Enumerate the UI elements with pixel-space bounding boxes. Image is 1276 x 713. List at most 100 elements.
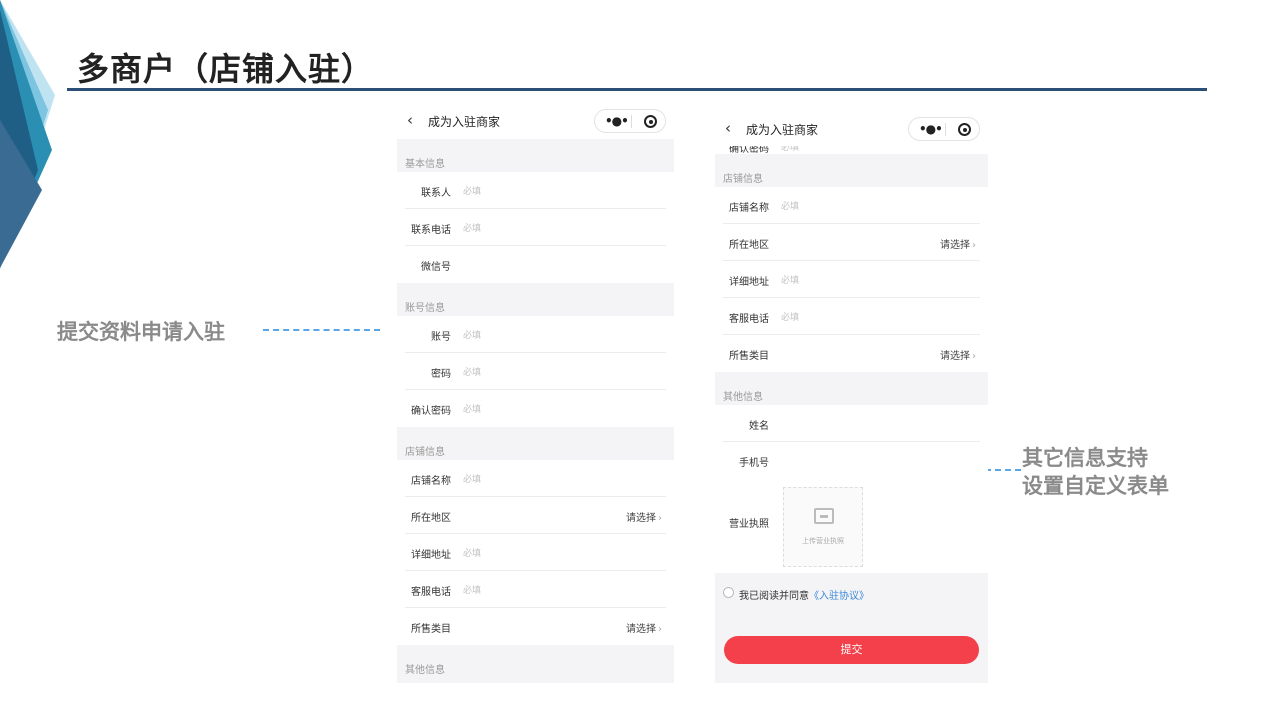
form-row: 客服电话 必填 <box>715 298 988 335</box>
form-body: 基本信息 联系人 必填 联系电话 必填 微信号 账号信息 账号 必填 密码 必填 确认密码 必填 店铺信息… <box>397 139 674 678</box>
select-text: 请选择 <box>940 351 970 362</box>
form-row-cut: 确认密码 必填 <box>715 146 988 154</box>
row-label: 详细地址 <box>411 550 451 561</box>
submit-button[interactable]: 提交 <box>724 636 979 664</box>
nav-title: 成为入驻商家 <box>428 115 501 129</box>
section-head-store: 店铺信息 <box>723 174 763 185</box>
row-input[interactable]: 必填 <box>781 310 799 323</box>
image-upload-icon <box>814 508 834 524</box>
form-row: 所在地区 请选择 › <box>715 224 988 261</box>
row-label: 客服电话 <box>729 314 769 325</box>
phone-screen-form-top: ‹ 成为入驻商家 •●• 基本信息 联系人 必填 联系电话 必填 微信号 账号信息 账号 必填密… <box>397 102 674 683</box>
form-row: 确认密码 必填 <box>397 390 674 427</box>
nav-bar: ‹ 成为入驻商家 •●• <box>397 102 674 139</box>
form-row: 详细地址 必填 <box>715 261 988 298</box>
row-label: 所在地区 <box>729 240 769 251</box>
form-row: 账号 必填 <box>397 316 674 353</box>
more-dots-icon[interactable]: •●• <box>919 122 943 136</box>
agreement-link[interactable]: 《入驻协议》 <box>809 591 869 602</box>
agree-label: 我已阅读并同意 <box>739 591 809 602</box>
form-row: 店铺名称 必填 <box>397 460 674 497</box>
row-label: 所售类目 <box>411 624 451 635</box>
row-placeholder[interactable]: 必填 <box>781 146 799 153</box>
slide-title: 多商户（店铺入驻） <box>77 50 375 88</box>
decorative-triangles <box>0 0 55 270</box>
form-row: 客服电话 必填 <box>397 571 674 608</box>
store-rows: 店铺名称 必填 所在地区 请选择 › 详细地址 必填 客服电话 必填 所售类目 请选择 › <box>715 187 988 372</box>
chevron-right-icon: › <box>658 624 662 635</box>
row-label: 密码 <box>431 369 451 380</box>
row-input[interactable]: 必填 <box>781 273 799 286</box>
row-input[interactable]: 必填 <box>463 365 481 378</box>
callout-custom-form: 其它信息支持 设置自定义表单 <box>1022 444 1169 500</box>
chevron-right-icon: › <box>972 240 976 251</box>
row-label: 营业执照 <box>729 519 769 530</box>
row-input[interactable]: 必填 <box>463 221 481 234</box>
form-row: 详细地址 必填 <box>397 534 674 571</box>
capsule-divider <box>631 115 632 128</box>
row-label: 店铺名称 <box>411 476 451 487</box>
row-label: 客服电话 <box>411 587 451 598</box>
form-row: 联系电话 必填 <box>397 209 674 246</box>
row-select[interactable]: 请选择 › <box>626 509 662 524</box>
row-label: 所在地区 <box>411 513 451 524</box>
row-input[interactable]: 必填 <box>463 583 481 596</box>
section-head: 账号信息 <box>405 303 445 314</box>
section-head: 基本信息 <box>405 159 445 170</box>
form-row: 店铺名称 必填 <box>715 187 988 224</box>
chevron-right-icon: › <box>658 513 662 524</box>
row-label: 联系人 <box>421 188 451 199</box>
row-input[interactable]: 必填 <box>463 184 481 197</box>
row-input[interactable]: 必填 <box>463 402 481 415</box>
row-select[interactable]: 请选择 › <box>626 620 662 635</box>
row-select[interactable]: 请选择 › <box>940 236 976 251</box>
chevron-left-icon[interactable]: ‹ <box>407 111 413 129</box>
callout-left-dash <box>263 329 380 331</box>
row-input[interactable]: 必填 <box>781 199 799 212</box>
callout-right-line1: 其它信息支持 <box>1022 446 1148 470</box>
form-row: 所售类目 请选择 › <box>397 608 674 645</box>
phone-screen-form-bottom: ‹ 成为入驻商家 •●• 确认密码 必填 店铺信息 店铺名称 必填 所在地区 请选择 ›… <box>715 110 988 683</box>
row-label: 确认密码 <box>729 146 769 154</box>
row-select[interactable]: 请选择 › <box>940 347 976 362</box>
form-row: 密码 必填 <box>397 353 674 390</box>
target-circle-icon[interactable] <box>958 123 971 136</box>
callout-right-line2: 设置自定义表单 <box>1022 474 1169 498</box>
form-row: 手机号 <box>715 442 988 479</box>
form-row: 联系人 必填 <box>397 172 674 209</box>
chevron-left-icon[interactable]: ‹ <box>725 119 731 137</box>
row-label: 详细地址 <box>729 277 769 288</box>
section-head: 店铺信息 <box>405 447 445 458</box>
row-label: 店铺名称 <box>729 203 769 214</box>
form-row: 所在地区 请选择 › <box>397 497 674 534</box>
row-input[interactable]: 必填 <box>463 472 481 485</box>
select-text: 请选择 <box>626 513 656 524</box>
callout-submit-info: 提交资料申请入驻 <box>57 320 225 344</box>
target-circle-icon[interactable] <box>644 115 657 128</box>
row-label: 手机号 <box>739 458 769 469</box>
row-input[interactable]: 必填 <box>463 328 481 341</box>
row-label: 账号 <box>431 332 451 343</box>
nav-bar: ‹ 成为入驻商家 •●• <box>715 110 988 146</box>
more-dots-icon[interactable]: •●• <box>605 114 629 128</box>
select-text: 请选择 <box>626 624 656 635</box>
section-head-other: 其他信息 <box>723 392 763 403</box>
other-rows: 姓名手机号 <box>715 405 988 479</box>
section-head: 其他信息 <box>405 665 445 676</box>
mini-program-capsule: •●• <box>594 109 666 133</box>
form-row: 所售类目 请选择 › <box>715 335 988 372</box>
agreement-row: 我已阅读并同意《入驻协议》 <box>715 573 988 613</box>
capsule-divider <box>945 123 946 136</box>
row-input[interactable]: 必填 <box>463 546 481 559</box>
row-label: 姓名 <box>749 421 769 432</box>
chevron-right-icon: › <box>972 351 976 362</box>
row-label: 微信号 <box>421 262 451 273</box>
select-text: 请选择 <box>940 240 970 251</box>
agree-checkbox[interactable] <box>723 587 734 598</box>
title-underline <box>67 88 1207 91</box>
upload-license-box[interactable]: 上传营业执照 <box>783 487 863 567</box>
form-row-license: 营业执照 上传营业执照 <box>715 479 988 573</box>
agree-text: 我已阅读并同意《入驻协议》 <box>739 587 869 602</box>
row-label: 确认密码 <box>411 406 451 417</box>
form-row: 微信号 <box>397 246 674 283</box>
